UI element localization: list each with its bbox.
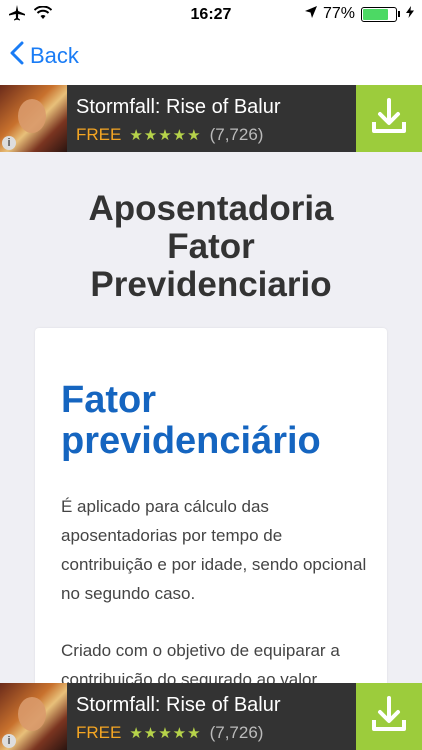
ad-meta: FREE ★★★★★ (7,726) [76, 125, 263, 145]
ad-rating-count: (7,726) [209, 723, 264, 742]
content-card: Fator previdenciário É aplicado para cál… [35, 328, 387, 683]
location-arrow-icon [304, 5, 317, 23]
battery-icon [361, 6, 397, 22]
ad-title: Stormfall: Rise of Balur [76, 694, 281, 716]
battery-tip [398, 11, 400, 17]
ad-meta: FREE ★★★★★ (7,726) [76, 723, 263, 743]
star-rating-icon: ★★★★★ [129, 127, 202, 144]
page-title-line: Previdenciario [90, 265, 332, 304]
download-button[interactable] [356, 85, 422, 152]
paragraph: É aplicado para cálculo das aposentadori… [61, 497, 367, 603]
download-button[interactable] [356, 683, 422, 750]
main-content[interactable]: Aposentadoria Fator Previdenciario Fator… [0, 152, 422, 683]
battery-percent: 77% [322, 5, 355, 22]
charging-icon [406, 5, 414, 23]
ad-rating-count: (7,726) [209, 125, 264, 144]
star-rating-icon: ★★★★★ [129, 725, 202, 742]
card-heading-line: previdenciário [61, 420, 321, 462]
ad-title: Stormfall: Rise of Balur [76, 96, 281, 118]
back-button[interactable]: Back [10, 41, 79, 71]
ad-price: FREE [76, 723, 122, 742]
card-heading: Fator previdenciário [61, 380, 321, 462]
download-icon [369, 694, 409, 739]
page-title-line: Fator [167, 227, 255, 266]
ad-banner-bottom[interactable]: i Stormfall: Rise of Balur FREE ★★★★★ (7… [0, 683, 422, 750]
ad-app-icon: i [0, 85, 67, 152]
navigation-bar: Back [0, 30, 422, 86]
paragraph: Criado com o objetivo de equiparar a con… [61, 641, 340, 683]
status-bar: 16:27 77% [0, 0, 422, 30]
ad-banner-top[interactable]: i Stormfall: Rise of Balur FREE ★★★★★ (7… [0, 85, 422, 152]
back-label: Back [30, 43, 79, 68]
status-right: 77% [304, 5, 414, 23]
chevron-left-icon [10, 41, 30, 71]
page-title-line: Aposentadoria [88, 189, 334, 228]
ad-price: FREE [76, 125, 122, 144]
info-icon[interactable]: i [2, 136, 16, 150]
page-title: Aposentadoria Fator Previdenciario [0, 190, 422, 304]
card-heading-line: Fator [61, 379, 156, 421]
info-icon[interactable]: i [2, 734, 16, 748]
card-body: É aplicado para cálculo das aposentadori… [61, 492, 367, 683]
ad-app-icon: i [0, 683, 67, 750]
download-icon [369, 96, 409, 141]
